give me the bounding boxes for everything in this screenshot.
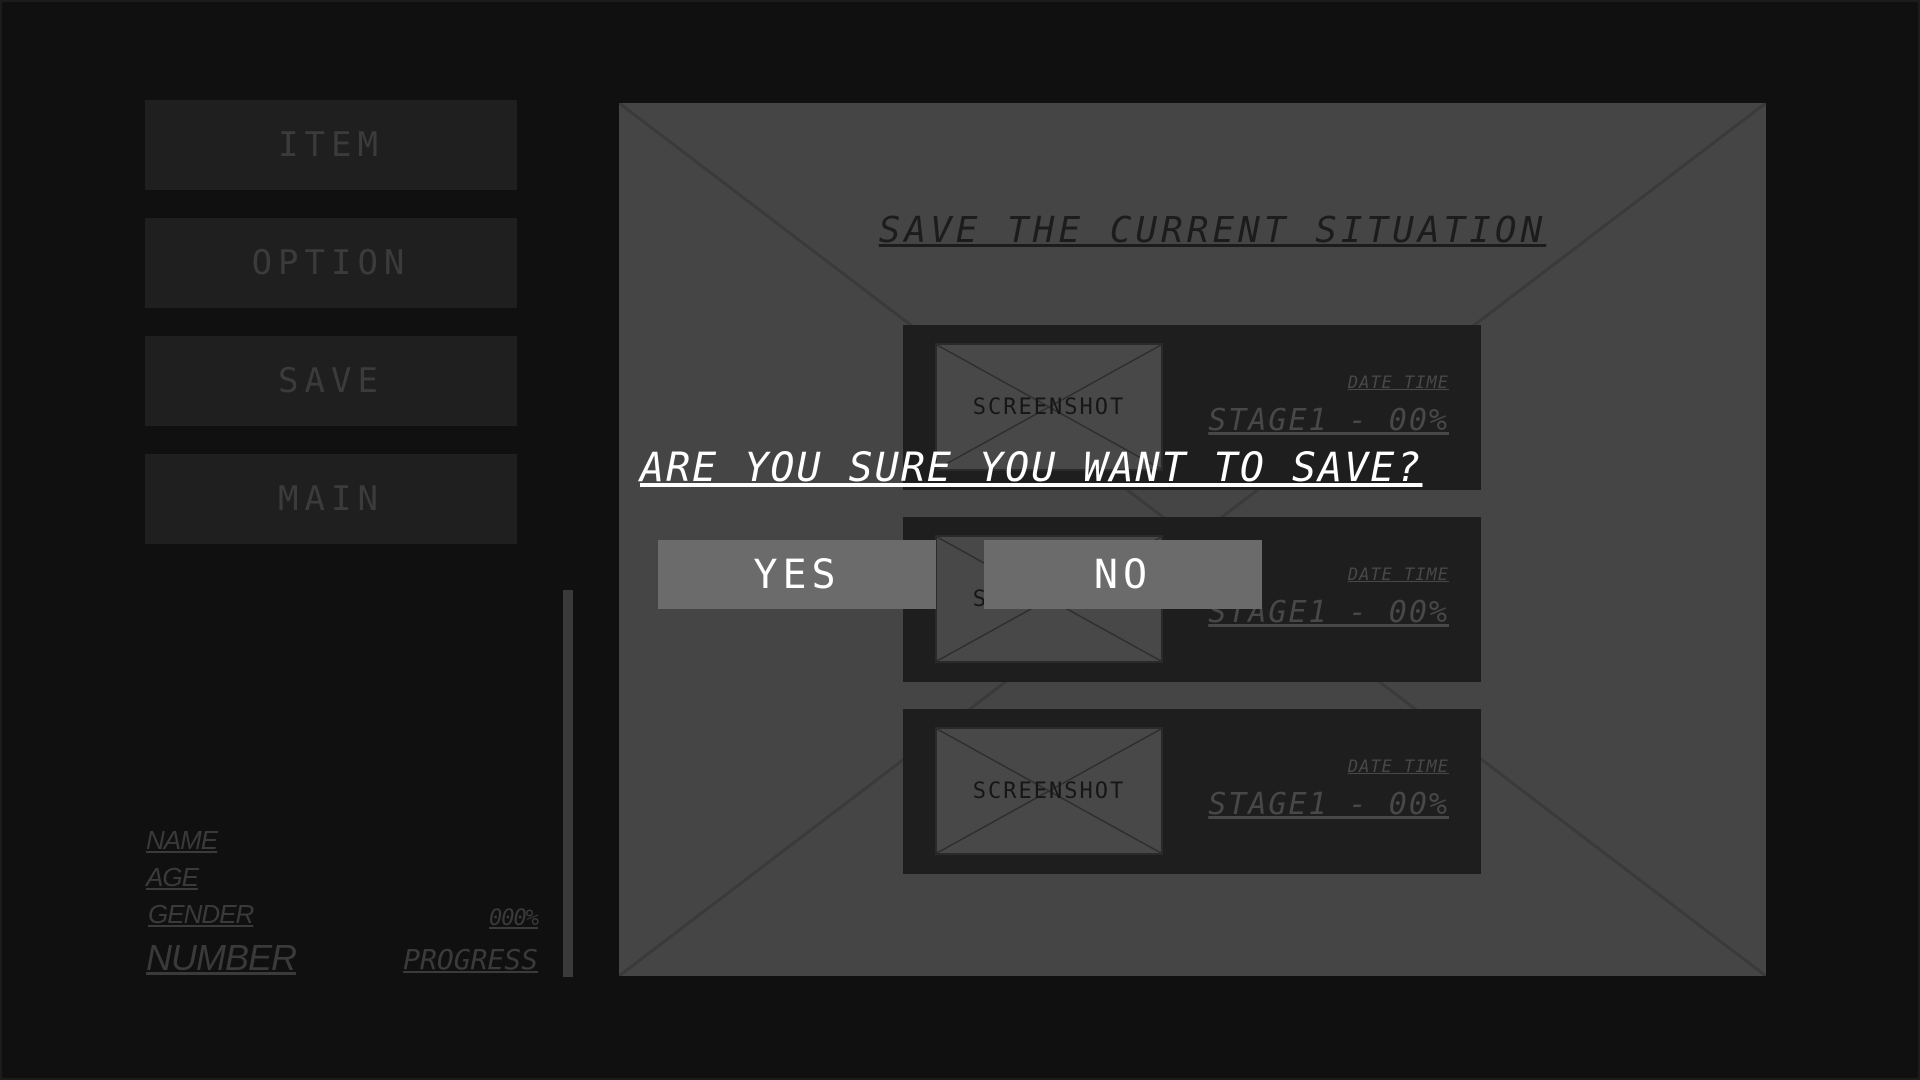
player-gender: GENDER <box>148 899 254 929</box>
progress-percent: 000% <box>489 906 539 931</box>
save-slot[interactable]: SCREENSHOT DATE TIME STAGE1 - 00% <box>903 709 1481 874</box>
scrollbar[interactable] <box>563 590 573 977</box>
player-age: AGE <box>146 862 199 892</box>
no-button[interactable]: NO <box>984 540 1262 609</box>
yes-button[interactable]: YES <box>658 540 936 609</box>
screenshot-thumbnail: SCREENSHOT <box>935 727 1163 855</box>
item-button[interactable]: ITEM <box>145 100 517 190</box>
option-button[interactable]: OPTION <box>145 218 517 308</box>
slot-date-time: DATE TIME <box>1347 757 1449 777</box>
panel-title: SAVE THE CURRENT SITUATION <box>878 210 1547 251</box>
player-number: NUMBER <box>146 937 297 978</box>
slot-date-time: DATE TIME <box>1347 565 1449 585</box>
save-button[interactable]: SAVE <box>145 336 517 426</box>
slot-stage: STAGE1 - 00% <box>1208 403 1449 438</box>
player-name: NAME <box>146 825 218 855</box>
slot-date-time: DATE TIME <box>1347 373 1449 393</box>
confirm-save-question: ARE YOU SURE YOU WANT TO SAVE? <box>640 445 1423 491</box>
progress-label: PROGRESS <box>403 943 538 976</box>
main-button[interactable]: MAIN <box>145 454 517 544</box>
screenshot-label: SCREENSHOT <box>972 778 1126 804</box>
slot-stage: STAGE1 - 00% <box>1208 787 1449 822</box>
